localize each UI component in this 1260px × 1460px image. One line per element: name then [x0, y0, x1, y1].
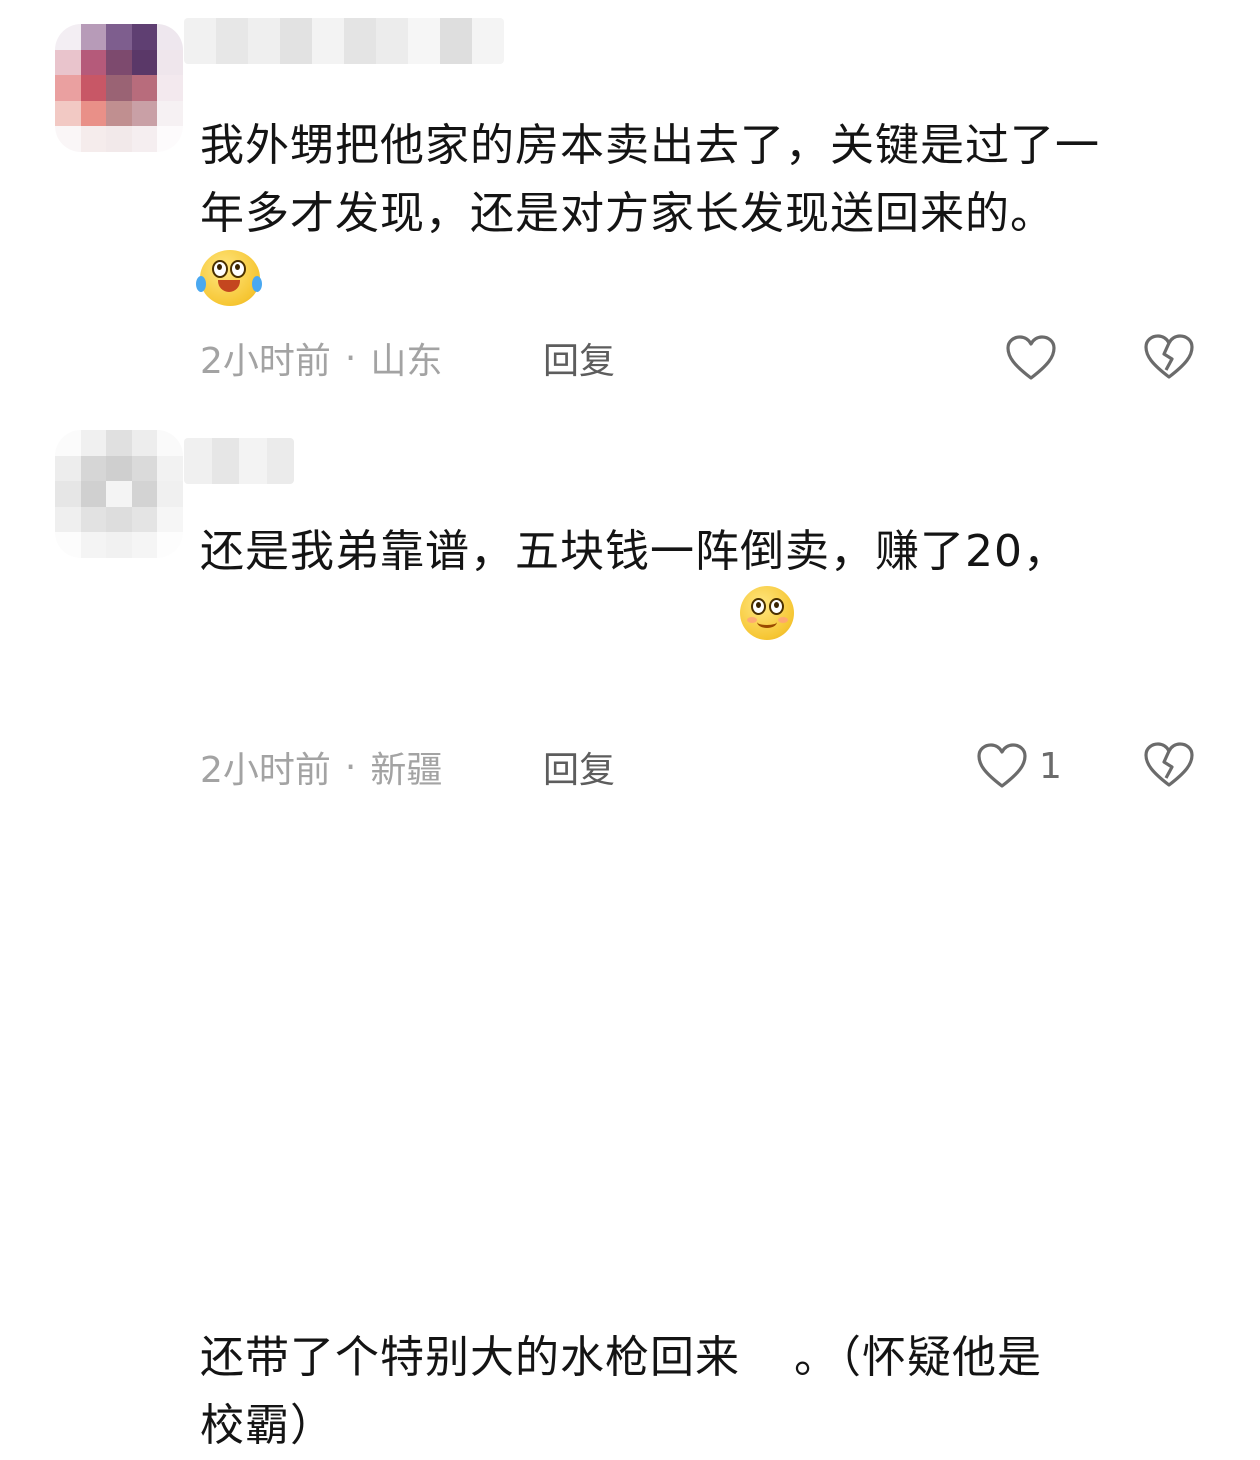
comment-location: 新疆	[370, 750, 443, 791]
like-count: 1	[1039, 745, 1062, 787]
heart-outline-icon	[977, 743, 1027, 788]
heart-outline-icon	[1006, 335, 1056, 380]
comment-location: 山东	[370, 341, 443, 382]
reply-button[interactable]: 回复	[543, 333, 615, 383]
crying-laugh-emoji-icon	[196, 250, 266, 310]
avatar[interactable]	[55, 430, 183, 558]
dislike-button[interactable]	[1142, 332, 1196, 384]
dislike-button[interactable]	[1142, 740, 1196, 792]
reply-button[interactable]: 回复	[543, 742, 615, 792]
avatar[interactable]	[55, 24, 183, 152]
like-button[interactable]	[1004, 332, 1068, 384]
username[interactable]	[184, 438, 294, 484]
like-button[interactable]: 1	[975, 740, 1062, 792]
smiling-emoji-icon	[740, 586, 794, 640]
broken-heart-icon	[1144, 334, 1194, 379]
comment-time: 2小时前	[200, 341, 331, 382]
comment-text: 还是我弟靠谱，五块钱一阵倒卖，赚了20， 还带了个特别大的水枪回来 。（怀疑他是…	[200, 518, 1210, 1460]
broken-heart-icon	[1144, 742, 1194, 787]
comment-meta: 2小时前 · 山东	[200, 333, 442, 383]
username[interactable]	[184, 18, 504, 64]
comment-meta: 2小时前 · 新疆	[200, 742, 442, 792]
meta-separator: ·	[344, 746, 357, 788]
comment-text: 我外甥把他家的房本卖出去了，关键是过了一 年多才发现，还是对方家长发现送回来的。	[200, 120, 1100, 239]
comment-time: 2小时前	[200, 750, 331, 791]
comment-item: 我外甥把他家的房本卖出去了，关键是过了一 年多才发现，还是对方家长发现送回来的。…	[0, 0, 1260, 410]
meta-separator: ·	[344, 337, 357, 379]
comment-text-part: 还是我弟靠谱，五块钱一阵倒卖，赚了20， 还带了个特别大的水枪回来	[200, 526, 1068, 1383]
comment-item: 还是我弟靠谱，五块钱一阵倒卖，赚了20， 还带了个特别大的水枪回来 。（怀疑他是…	[0, 410, 1260, 1451]
